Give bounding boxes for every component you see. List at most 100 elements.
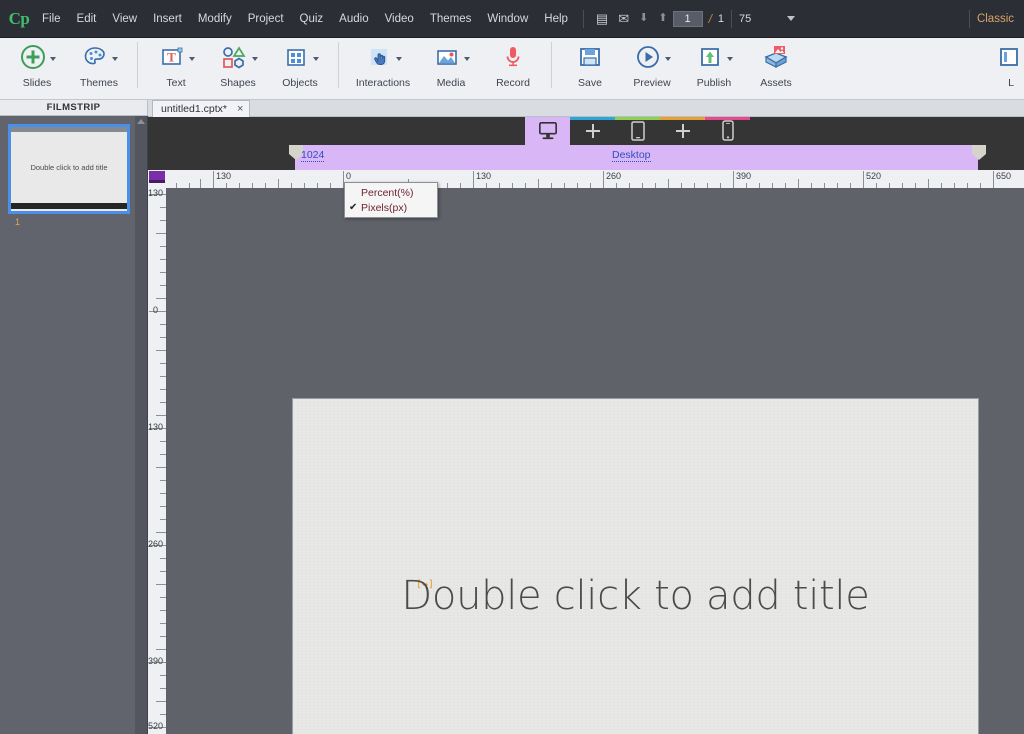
ribbon-label-publish: Publish: [696, 77, 732, 89]
menubar-divider-2: [731, 9, 733, 28]
menu-edit[interactable]: Edit: [69, 9, 105, 29]
play-circle-icon: [634, 43, 662, 76]
ribbon-button-slides[interactable]: Slides: [6, 38, 68, 89]
ribbon-button-text[interactable]: T Text: [145, 38, 207, 89]
ribbon-group-insert: T Text Shapes Objects: [145, 38, 331, 89]
breakpoint-name-label[interactable]: Desktop: [612, 149, 651, 162]
slide-thumb-title: Double click to add title: [30, 163, 108, 172]
media-chevron-down-icon[interactable]: [463, 57, 470, 61]
ribbon-group-media: Interactions Media Record: [346, 38, 544, 89]
publish-chevron-down-icon[interactable]: [726, 57, 733, 61]
menu-modify[interactable]: Modify: [190, 9, 240, 29]
ribbon-button-record[interactable]: Record: [482, 38, 544, 89]
hruler-label-1: 0: [346, 171, 352, 181]
ribbon-group-output: Save Preview Publish Assets: [559, 38, 807, 89]
menu-themes[interactable]: Themes: [422, 9, 480, 29]
ribbon-button-preview[interactable]: Preview: [621, 38, 683, 89]
scroll-up-arrow-icon[interactable]: [137, 119, 145, 124]
menu-bar: Cp File Edit View Insert Modify Project …: [0, 0, 1024, 38]
slide-title-placeholder[interactable]: Double click to add title: [293, 573, 978, 619]
text-box-icon: T: [158, 43, 186, 76]
filmstrip-slide-thumbnail[interactable]: Double click to add title: [8, 124, 130, 214]
menu-help[interactable]: Help: [536, 9, 576, 29]
arrow-down-icon[interactable]: ⬇: [634, 11, 653, 26]
menu-video[interactable]: Video: [377, 9, 422, 29]
palette-icon: [81, 43, 109, 76]
app-logo[interactable]: Cp: [0, 9, 34, 29]
desktop-device-button[interactable]: [525, 117, 570, 145]
menubar-divider-1: [582, 9, 584, 28]
ribbon-button-media[interactable]: Media: [420, 38, 482, 89]
text-chevron-down-icon[interactable]: [188, 57, 195, 61]
publish-upload-icon: [696, 43, 724, 76]
device-breakpoint-bar: [148, 117, 1024, 145]
menu-item-pixels-label: Pixels(px): [361, 201, 408, 214]
hruler-label-0: 130: [216, 171, 232, 181]
arrow-up-icon[interactable]: ⬆: [653, 11, 672, 26]
current-slide-input[interactable]: 1: [672, 10, 703, 27]
ribbon-group-slides: Slides Themes: [6, 38, 130, 89]
add-slide-icon: [19, 43, 47, 76]
ribbon-button-interactions[interactable]: Interactions: [346, 38, 420, 89]
document-tab-bar: untitled1.cptx* ×: [148, 100, 1024, 117]
menu-view[interactable]: View: [104, 9, 145, 29]
objects-chevron-down-icon[interactable]: [312, 57, 319, 61]
breakpoint-width-label[interactable]: 1024: [301, 149, 325, 162]
menu-item-percent[interactable]: Percent(%): [345, 185, 437, 200]
horizontal-ruler[interactable]: 130 0 130 260 390 520 650: [166, 170, 1024, 188]
slide-number-label: 1: [15, 217, 21, 227]
ribbon-button-assets[interactable]: Assets: [745, 38, 807, 89]
menu-audio[interactable]: Audio: [331, 9, 376, 29]
hruler-label-2: 130: [476, 171, 492, 181]
ribbon-button-objects[interactable]: Objects: [269, 38, 331, 89]
filmstrip-scrollbar[interactable]: [135, 116, 147, 734]
menu-insert[interactable]: Insert: [145, 9, 190, 29]
menu-item-pixels[interactable]: ✔ Pixels(px): [345, 200, 437, 215]
tablet-icon: [630, 121, 645, 141]
ribbon-button-shapes[interactable]: Shapes: [207, 38, 269, 89]
plus-icon: [675, 124, 690, 138]
hand-pointer-icon: [365, 43, 393, 76]
menu-project[interactable]: Project: [240, 9, 292, 29]
ribbon-button-publish[interactable]: Publish: [683, 38, 745, 89]
ribbon-divider-1: [137, 42, 138, 88]
page-separator: /: [708, 11, 712, 26]
document-tab[interactable]: untitled1.cptx* ×: [152, 100, 251, 117]
menu-file[interactable]: File: [34, 9, 69, 29]
slide-stage[interactable]: [↔] Double click to add title: [293, 399, 978, 734]
vruler-label-5: 520: [148, 721, 164, 731]
interactions-chevron-down-icon[interactable]: [395, 57, 402, 61]
menu-quiz[interactable]: Quiz: [292, 9, 332, 29]
zoom-dropdown-chevron-down-icon[interactable]: [787, 16, 796, 21]
themes-chevron-down-icon[interactable]: [111, 57, 118, 61]
assets-box-icon: [761, 43, 791, 76]
ruler-unit-context-menu: Percent(%) ✔ Pixels(px): [344, 182, 438, 218]
workspace-switcher[interactable]: Classic: [977, 13, 1024, 25]
ribbon-label-slides: Slides: [22, 77, 52, 89]
vruler-label-4: 390: [148, 656, 164, 666]
menu-item-percent-label: Percent(%): [361, 186, 414, 199]
slide-canvas[interactable]: [↔] Double click to add title: [166, 188, 1024, 734]
add-breakpoint-button-2[interactable]: [660, 117, 705, 145]
shapes-chevron-down-icon[interactable]: [251, 57, 258, 61]
menu-window[interactable]: Window: [479, 9, 536, 29]
floppy-disk-icon: [576, 43, 604, 76]
vruler-label-2: 130: [148, 422, 164, 432]
zoom-level-value[interactable]: 75: [739, 13, 751, 25]
ribbon-button-library[interactable]: L: [998, 38, 1024, 89]
mail-icon[interactable]: ✉: [613, 10, 634, 27]
close-icon[interactable]: ×: [237, 103, 243, 115]
mobile-device-button[interactable]: [705, 117, 750, 145]
filmstrip-panel: Double click to add title 1: [0, 116, 148, 734]
add-breakpoint-button-1[interactable]: [570, 117, 615, 145]
tablet-device-button[interactable]: [615, 117, 660, 145]
slide-notes-icon[interactable]: ▤: [591, 10, 613, 27]
ribbon-button-themes[interactable]: Themes: [68, 38, 130, 89]
ribbon-button-save[interactable]: Save: [559, 38, 621, 89]
hruler-label-6: 650: [996, 171, 1012, 181]
slides-chevron-down-icon[interactable]: [49, 57, 56, 61]
ruler-origin-swatch[interactable]: [148, 170, 166, 188]
vertical-ruler[interactable]: 130 0 130 260 390 520: [148, 188, 166, 734]
preview-chevron-down-icon[interactable]: [664, 57, 671, 61]
shapes-icon: [219, 43, 249, 76]
